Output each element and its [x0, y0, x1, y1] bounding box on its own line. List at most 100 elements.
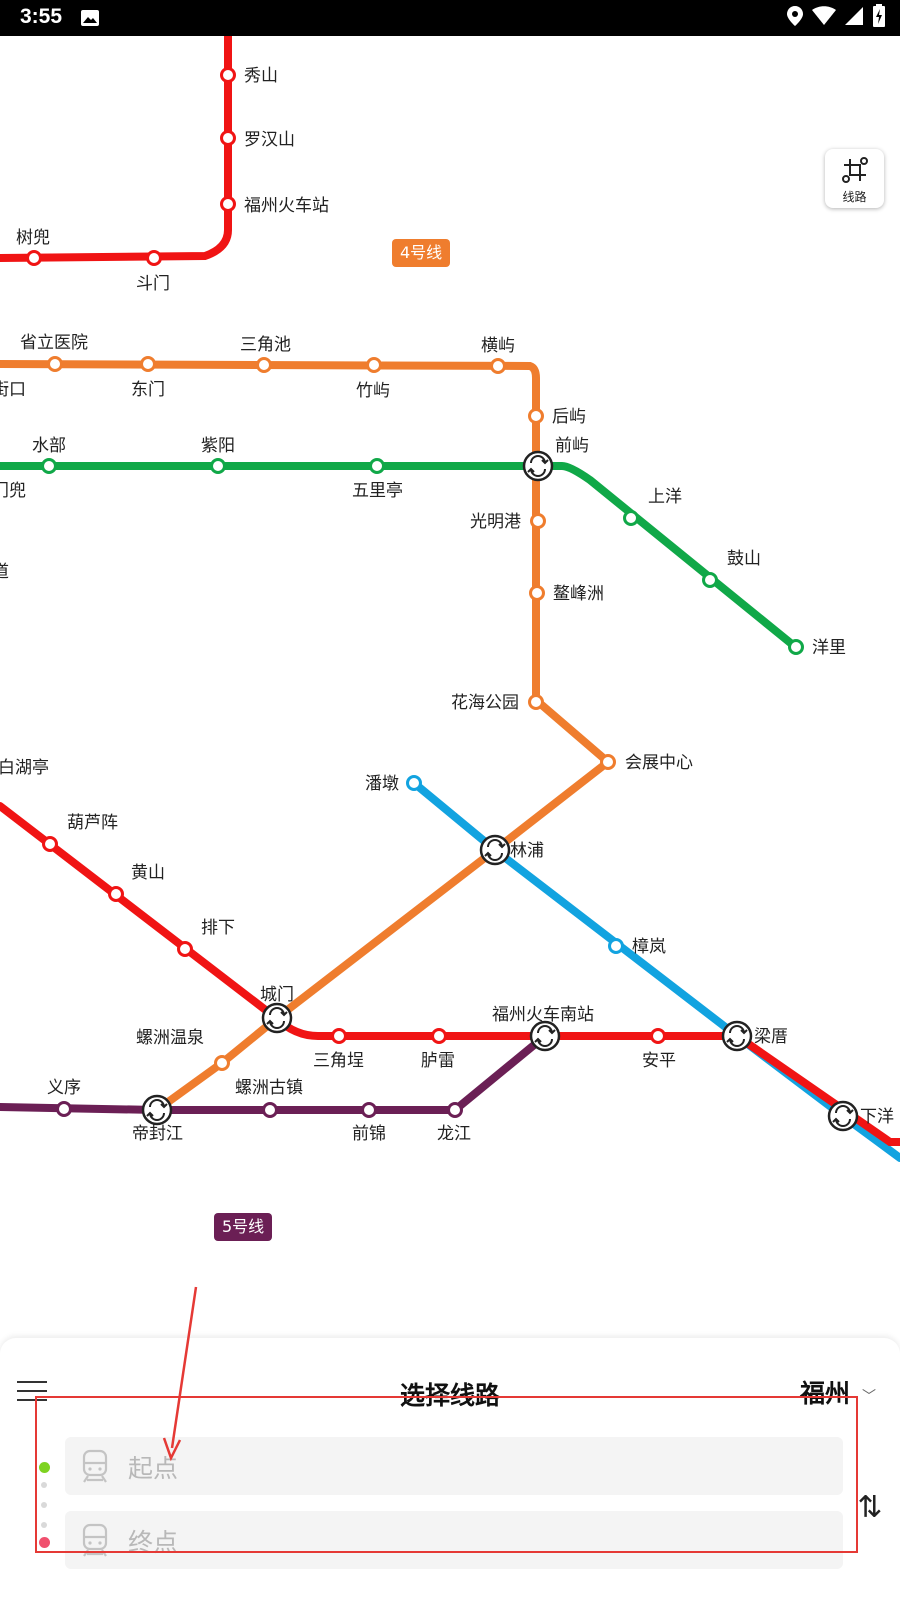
station-gushan-stop[interactable]: [702, 572, 718, 588]
station-anping-stop[interactable]: [650, 1028, 666, 1044]
station-label[interactable]: 义序: [47, 1078, 81, 1098]
station-label[interactable]: 下洋: [860, 1107, 894, 1127]
station-shuibu-stop[interactable]: [41, 458, 57, 474]
station-label[interactable]: 白湖亭: [0, 758, 49, 778]
station-label[interactable]: 龙江: [437, 1124, 471, 1144]
station-shengli-hospital-stop[interactable]: [47, 356, 63, 372]
station-label[interactable]: 花海公园: [451, 693, 519, 713]
station-luozhou-hotspring-stop[interactable]: [214, 1055, 230, 1071]
station-label[interactable]: 上洋: [648, 487, 682, 507]
station-label[interactable]: 门兜: [0, 481, 26, 501]
interchange-linpu[interactable]: [479, 834, 511, 866]
station-ziyang-stop[interactable]: [210, 458, 226, 474]
line-tool-label: 线路: [842, 190, 867, 204]
station-paixia-stop[interactable]: [177, 941, 193, 957]
station-label[interactable]: 会展中心: [625, 753, 693, 773]
station-label[interactable]: 洋里: [812, 638, 846, 658]
station-label[interactable]: 前屿: [555, 436, 589, 456]
line4-badge[interactable]: 4号线: [392, 239, 451, 267]
interchange-qianyu[interactable]: [522, 450, 554, 482]
station-label[interactable]: 光明港: [470, 512, 521, 532]
station-label[interactable]: 省立医院: [20, 333, 88, 353]
station-zhanglan-stop[interactable]: [608, 938, 624, 954]
location-icon: [786, 5, 804, 31]
chevron-down-icon[interactable]: ﹀: [862, 1386, 876, 1406]
status-time: 3:55: [20, 5, 63, 28]
line-tool-button[interactable]: 线路: [825, 149, 884, 208]
station-label[interactable]: 梁厝: [754, 1027, 788, 1047]
station-guangminggang-stop[interactable]: [530, 513, 546, 529]
station-label[interactable]: 螺洲温泉: [136, 1028, 204, 1048]
line5-path: [0, 1032, 549, 1114]
station-label[interactable]: 福州火车南站: [492, 1005, 594, 1025]
station-label[interactable]: 鼓山: [727, 549, 761, 569]
station-shudou-stop[interactable]: [26, 250, 42, 266]
interchange-dijiang[interactable]: [141, 1094, 173, 1126]
station-huahai-park-stop[interactable]: [528, 694, 544, 710]
station-label[interactable]: 螺洲古镇: [235, 1078, 303, 1098]
swap-icon[interactable]: ⇅: [855, 1490, 885, 1526]
metro-map[interactable]: 秀山 罗汉山 福州火车站 树兜 斗门 省立医院 街口 东门 三角池 竹屿 横屿 …: [0, 36, 900, 1336]
station-panduan-stop[interactable]: [406, 775, 422, 791]
signal-icon: [844, 6, 864, 30]
interchange-liangcuo[interactable]: [721, 1020, 753, 1052]
station-fuzhou-railway-stop[interactable]: [220, 196, 236, 212]
station-doumen-stop[interactable]: [146, 250, 162, 266]
station-aofengzhou-stop[interactable]: [529, 585, 545, 601]
station-label[interactable]: 三角池: [240, 335, 291, 355]
station-houyu-stop[interactable]: [528, 408, 544, 424]
station-label[interactable]: 竹屿: [356, 381, 390, 401]
station-yangli-stop[interactable]: [788, 639, 804, 655]
station-label[interactable]: 胪雷: [421, 1051, 455, 1071]
line5-badge[interactable]: 5号线: [214, 1213, 273, 1241]
station-qianjin-stop[interactable]: [361, 1102, 377, 1118]
station-label[interactable]: 樟岚: [632, 937, 666, 957]
station-label[interactable]: 紫阳: [201, 436, 235, 456]
station-huangshan-stop[interactable]: [108, 886, 124, 902]
station-label[interactable]: 福州火车站: [244, 196, 329, 216]
station-yixu-stop[interactable]: [56, 1101, 72, 1117]
interchange-xiayang[interactable]: [827, 1100, 859, 1132]
station-label[interactable]: 潘墩: [365, 774, 399, 794]
station-hengyu-stop[interactable]: [490, 358, 506, 374]
station-xiushan-stop[interactable]: [220, 67, 236, 83]
station-label[interactable]: 帝封江: [132, 1124, 183, 1144]
station-label[interactable]: 安平: [642, 1051, 676, 1071]
station-label[interactable]: 罗汉山: [244, 130, 295, 150]
station-label[interactable]: 三角埕: [313, 1051, 364, 1071]
line1-north-path: [0, 36, 232, 262]
station-lulei-stop[interactable]: [431, 1028, 447, 1044]
station-hulu-zhen-stop[interactable]: [42, 836, 58, 852]
station-label[interactable]: 道: [0, 562, 9, 582]
station-longjiang-stop[interactable]: [447, 1102, 463, 1118]
station-label[interactable]: 东门: [131, 380, 165, 400]
station-label[interactable]: 秀山: [244, 66, 278, 86]
station-exhibition-center-stop[interactable]: [600, 754, 616, 770]
station-label[interactable]: 横屿: [481, 336, 515, 356]
station-label[interactable]: 树兜: [16, 228, 50, 248]
interchange-chengmen[interactable]: [261, 1002, 293, 1034]
station-luozhou-town-stop[interactable]: [262, 1102, 278, 1118]
station-label[interactable]: 五里亭: [352, 481, 403, 501]
station-label[interactable]: 排下: [201, 918, 235, 938]
station-label[interactable]: 前锦: [352, 1124, 386, 1144]
station-label[interactable]: 城门: [260, 985, 294, 1005]
station-label[interactable]: 黄山: [131, 863, 165, 883]
station-dongmen-stop[interactable]: [140, 356, 156, 372]
station-luohanshan-stop[interactable]: [220, 130, 236, 146]
route-icon: [842, 157, 868, 183]
station-label[interactable]: 斗门: [136, 274, 170, 294]
station-label[interactable]: 水部: [32, 436, 66, 456]
image-icon: [80, 8, 100, 32]
station-sanjiaochi-stop[interactable]: [256, 357, 272, 373]
station-label[interactable]: 林浦: [510, 841, 544, 861]
station-shangyang-stop[interactable]: [623, 510, 639, 526]
station-label[interactable]: 鳌峰洲: [553, 584, 604, 604]
station-label[interactable]: 后屿: [552, 407, 586, 427]
station-label[interactable]: 街口: [0, 380, 26, 400]
station-label[interactable]: 葫芦阵: [67, 813, 118, 833]
station-wulitng-stop[interactable]: [369, 458, 385, 474]
interchange-fuzhou-south[interactable]: [529, 1020, 561, 1052]
station-zhuyu-stop[interactable]: [366, 357, 382, 373]
station-sanjiaodi-stop[interactable]: [331, 1028, 347, 1044]
